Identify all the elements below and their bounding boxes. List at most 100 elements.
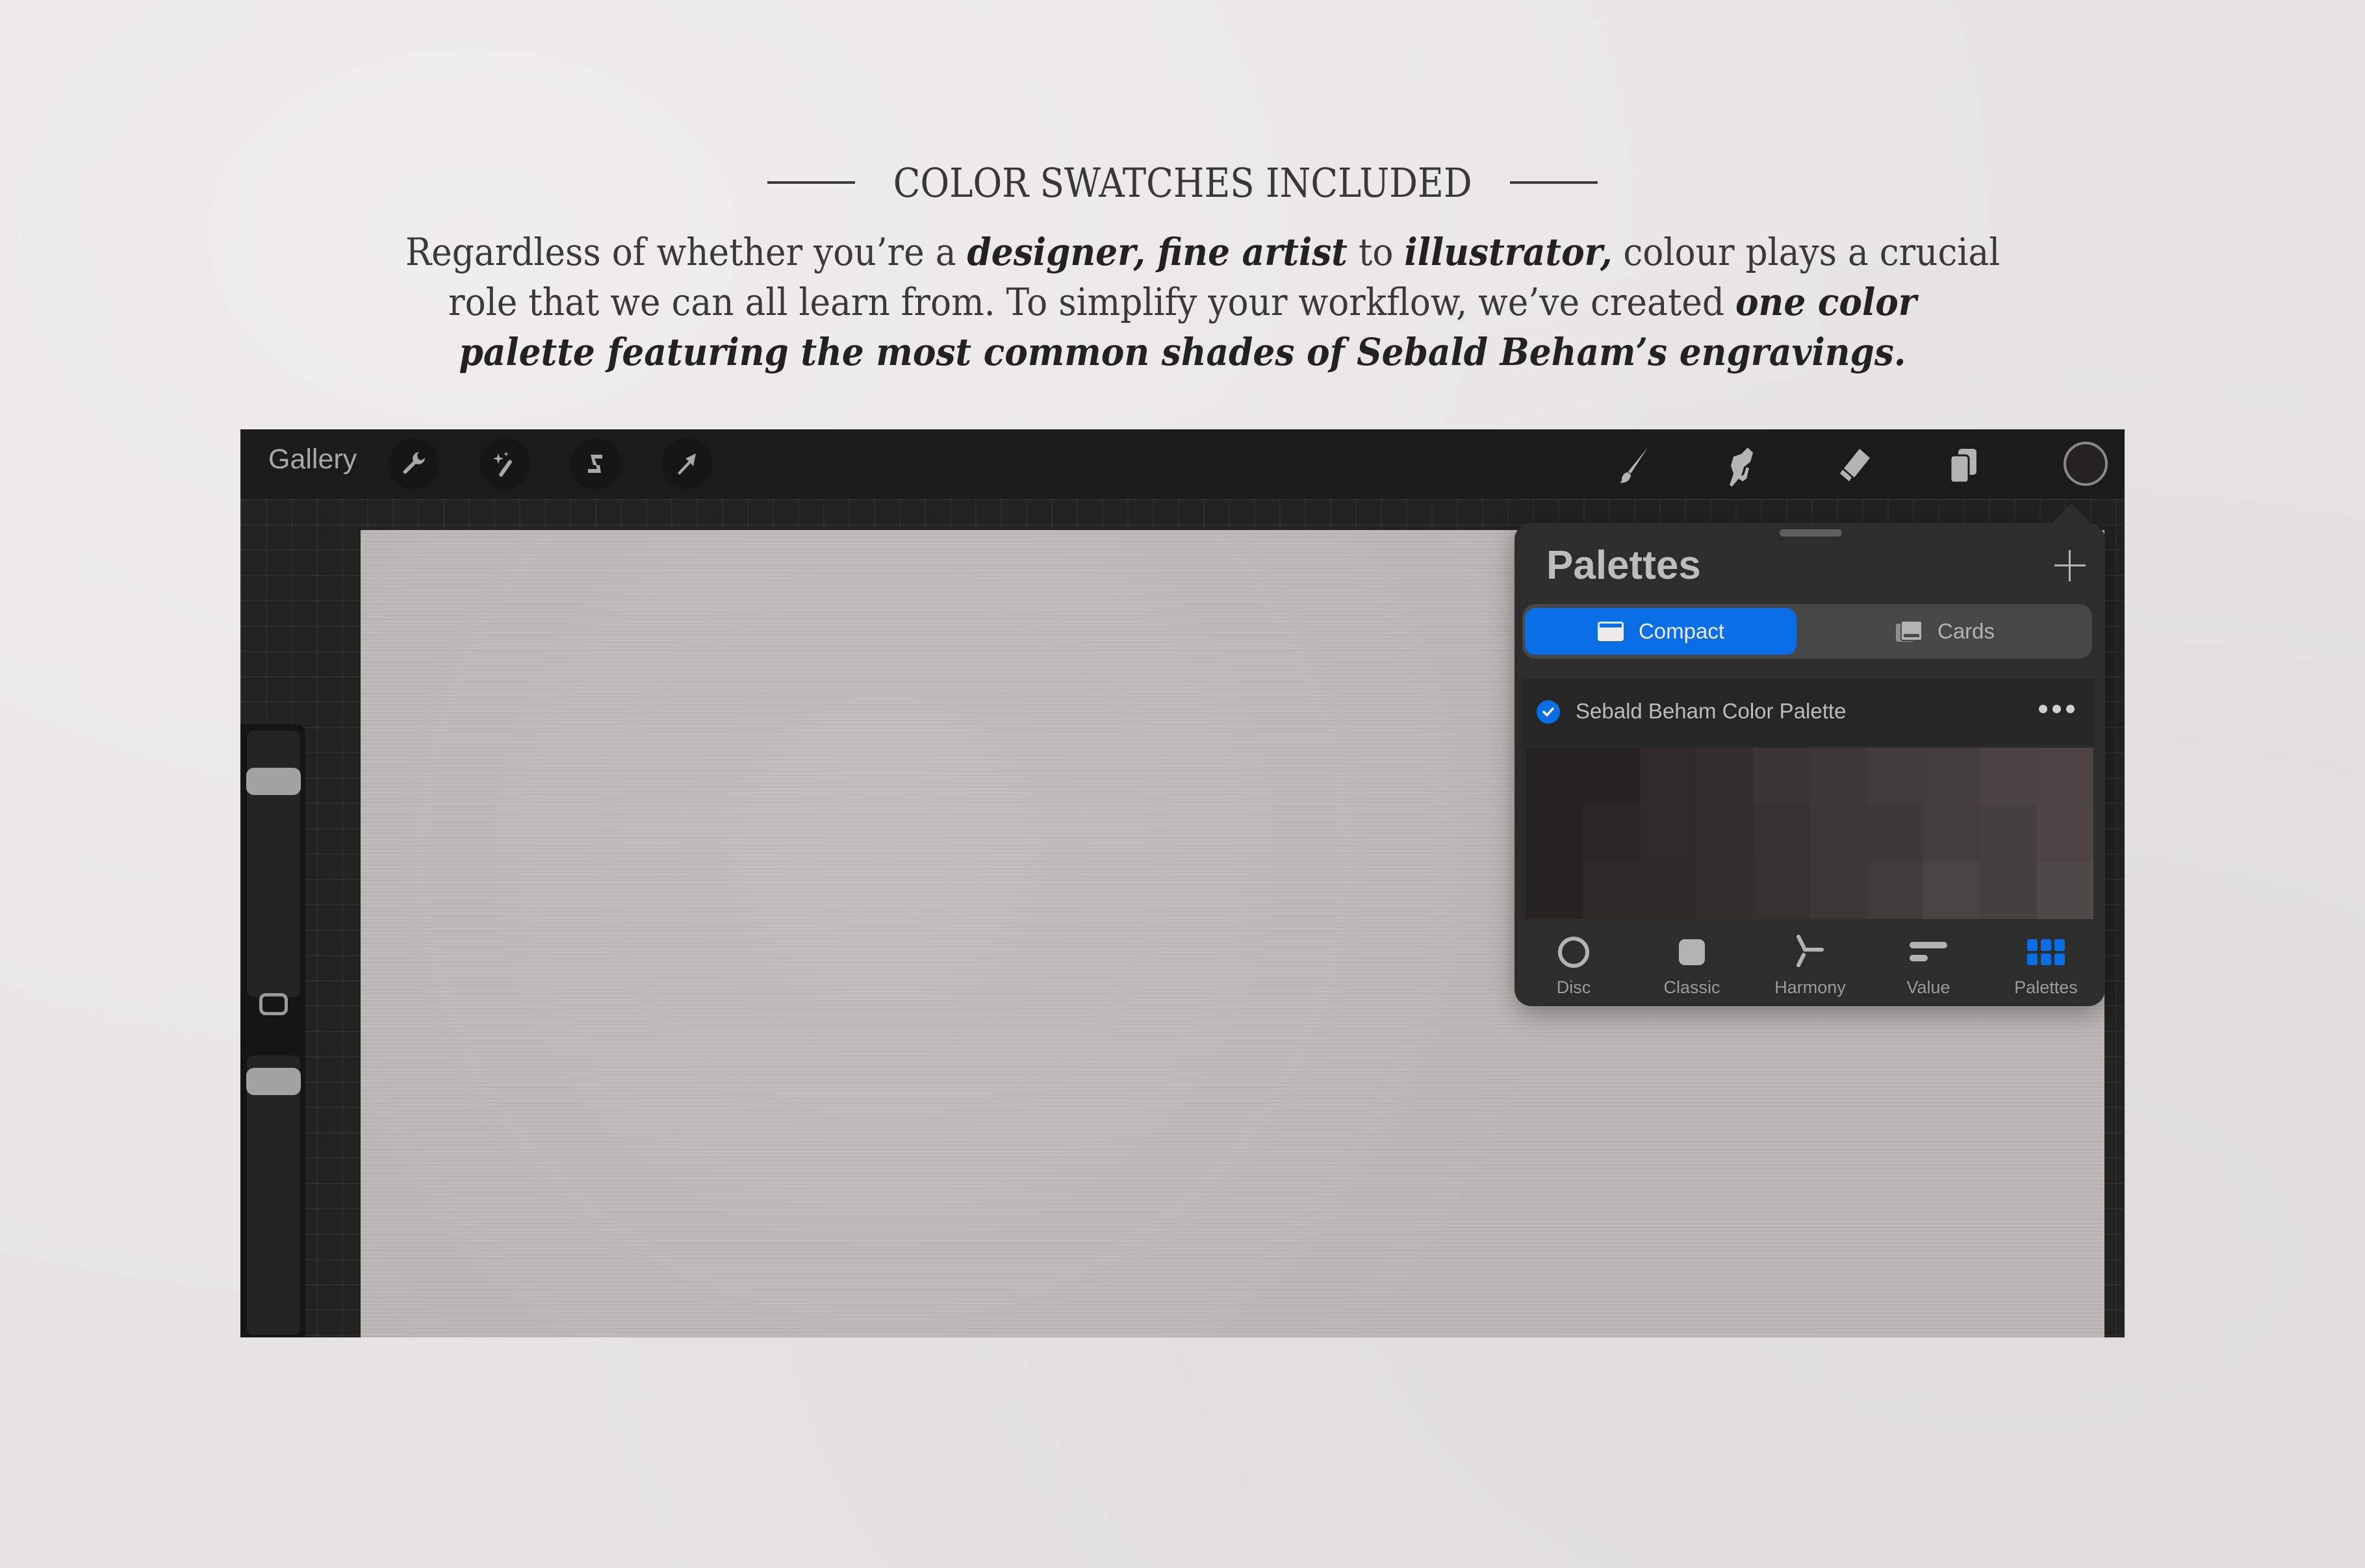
ellipsis-icon [2039,705,2047,713]
color-swatch[interactable] [1866,862,1924,919]
color-swatch[interactable] [1639,805,1696,862]
brush-size-thumb[interactable] [246,768,301,795]
color-swatch[interactable] [1526,805,1583,862]
checkmark-icon [1542,707,1554,717]
actions-button[interactable] [389,438,439,489]
selection-s-icon [588,455,602,473]
smudge-button[interactable] [1719,442,1766,489]
eraser-button[interactable] [1830,442,1876,489]
color-swatch[interactable] [1696,805,1754,862]
emphasized-text: illustrator, [1404,230,1613,274]
swatch-grid [1526,748,2093,919]
opacity-slider[interactable] [246,1056,301,1335]
color-swatch[interactable] [1583,862,1640,919]
palette-swatches [1521,745,2094,919]
tab-label: Value [1906,978,1950,997]
intro-line-3: palette featuring the most common shades… [405,327,1960,377]
color-swatch[interactable] [1866,805,1924,862]
color-swatch[interactable] [1753,862,1810,919]
magic-wand-icon [493,451,512,477]
body-text: to [1347,230,1405,274]
body-text: role that we can all learn from. To simp… [448,280,1735,324]
tab-label: Harmony [1774,978,1846,997]
add-palette-button[interactable] [2052,548,2088,584]
color-swatch[interactable] [1583,805,1640,862]
default-palette-check[interactable] [1537,700,1560,724]
color-swatch[interactable] [1980,748,2037,805]
color-swatch[interactable] [2036,748,2093,805]
adjustments-button[interactable] [479,438,530,489]
color-swatch[interactable] [1526,862,1583,919]
color-swatch[interactable] [1923,748,1980,805]
heading-rule-right [1510,181,1598,184]
cards-stack-icon [1895,620,1923,642]
color-swatch[interactable] [1809,805,1867,862]
color-swatch[interactable] [1923,805,1980,862]
top-toolbar: Gallery [240,429,2125,499]
tab-disc[interactable]: Disc [1515,924,1633,1006]
modify-button[interactable] [259,993,288,1015]
emphasized-text: designer, fine artist [967,230,1348,274]
color-swatch[interactable] [1980,805,2037,862]
body-text: colour plays a crucial [1612,230,2001,274]
arrow-cursor-icon [678,453,696,475]
transform-button[interactable] [661,438,712,489]
harmony-icon [1796,935,1824,967]
intro-line-2: role that we can all learn from. To simp… [405,277,1960,327]
color-swatch[interactable] [2036,862,2093,919]
heading-title: COLOR SWATCHES INCLUDED [893,158,1472,207]
color-swatch[interactable] [1696,862,1754,919]
wrench-icon [403,452,425,474]
panel-title: Palettes [1546,543,1701,588]
color-swatch[interactable] [1639,748,1696,805]
current-color-button[interactable] [2064,442,2108,486]
palettes-grid-icon [2027,939,2065,965]
emphasized-text: palette featuring the most common shades… [459,330,1906,374]
tab-palettes[interactable]: Palettes [1987,924,2105,1006]
compact-label: Compact [1638,619,1725,643]
procreate-app-window: Gallery Palettes Compact Cards Sebald Be… [240,429,2125,1337]
layers-icon [1949,449,1976,484]
compact-card-icon [1597,622,1624,641]
color-swatch[interactable] [1753,748,1810,805]
heading-rule-left [767,181,855,184]
color-swatch[interactable] [1923,862,1980,919]
color-palettes-panel: Palettes Compact Cards Sebald Beham Colo… [1515,503,2105,1006]
palette-more-button[interactable] [2039,705,2075,713]
color-swatch[interactable] [1639,862,1696,919]
emphasized-text: one color [1735,280,1917,324]
panel-grabber[interactable] [1780,529,1842,537]
color-swatch[interactable] [2036,805,2093,862]
brush-button[interactable] [1610,442,1657,489]
tab-classic[interactable]: Classic [1633,924,1751,1006]
color-swatch[interactable] [1980,862,2037,919]
smudge-finger-icon [1730,448,1753,487]
tab-harmony[interactable]: Harmony [1751,924,1869,1006]
color-swatch[interactable] [1809,862,1867,919]
palette-header[interactable]: Sebald Beham Color Palette [1521,679,2094,745]
color-swatch[interactable] [1526,748,1583,805]
color-swatch[interactable] [1696,748,1754,805]
paintbrush-icon [1619,448,1648,483]
cards-view-button[interactable]: Cards [1802,608,2088,655]
color-swatch[interactable] [1809,748,1867,805]
value-sliders-icon [1910,942,1947,961]
color-swatch[interactable] [1583,748,1640,805]
opacity-thumb[interactable] [246,1068,301,1095]
popover-arrow [2051,503,2092,524]
tab-value[interactable]: Value [1869,924,1988,1006]
section-heading: COLOR SWATCHES INCLUDED [0,153,2365,212]
view-mode-segmented-control: Compact Cards [1522,604,2092,659]
brush-size-slider[interactable] [246,731,301,997]
tab-label: Palettes [2014,978,2078,997]
compact-view-button[interactable]: Compact [1525,608,1796,655]
selection-button[interactable] [570,438,621,489]
layers-button[interactable] [1940,442,1987,489]
tab-label: Classic [1663,978,1720,997]
color-swatch[interactable] [1866,748,1924,805]
body-text: Regardless of whether you’re a [405,230,967,274]
tab-label: Disc [1556,978,1591,997]
left-sidebar [240,724,305,1337]
color-swatch[interactable] [1753,805,1810,862]
gallery-button[interactable]: Gallery [268,444,357,475]
